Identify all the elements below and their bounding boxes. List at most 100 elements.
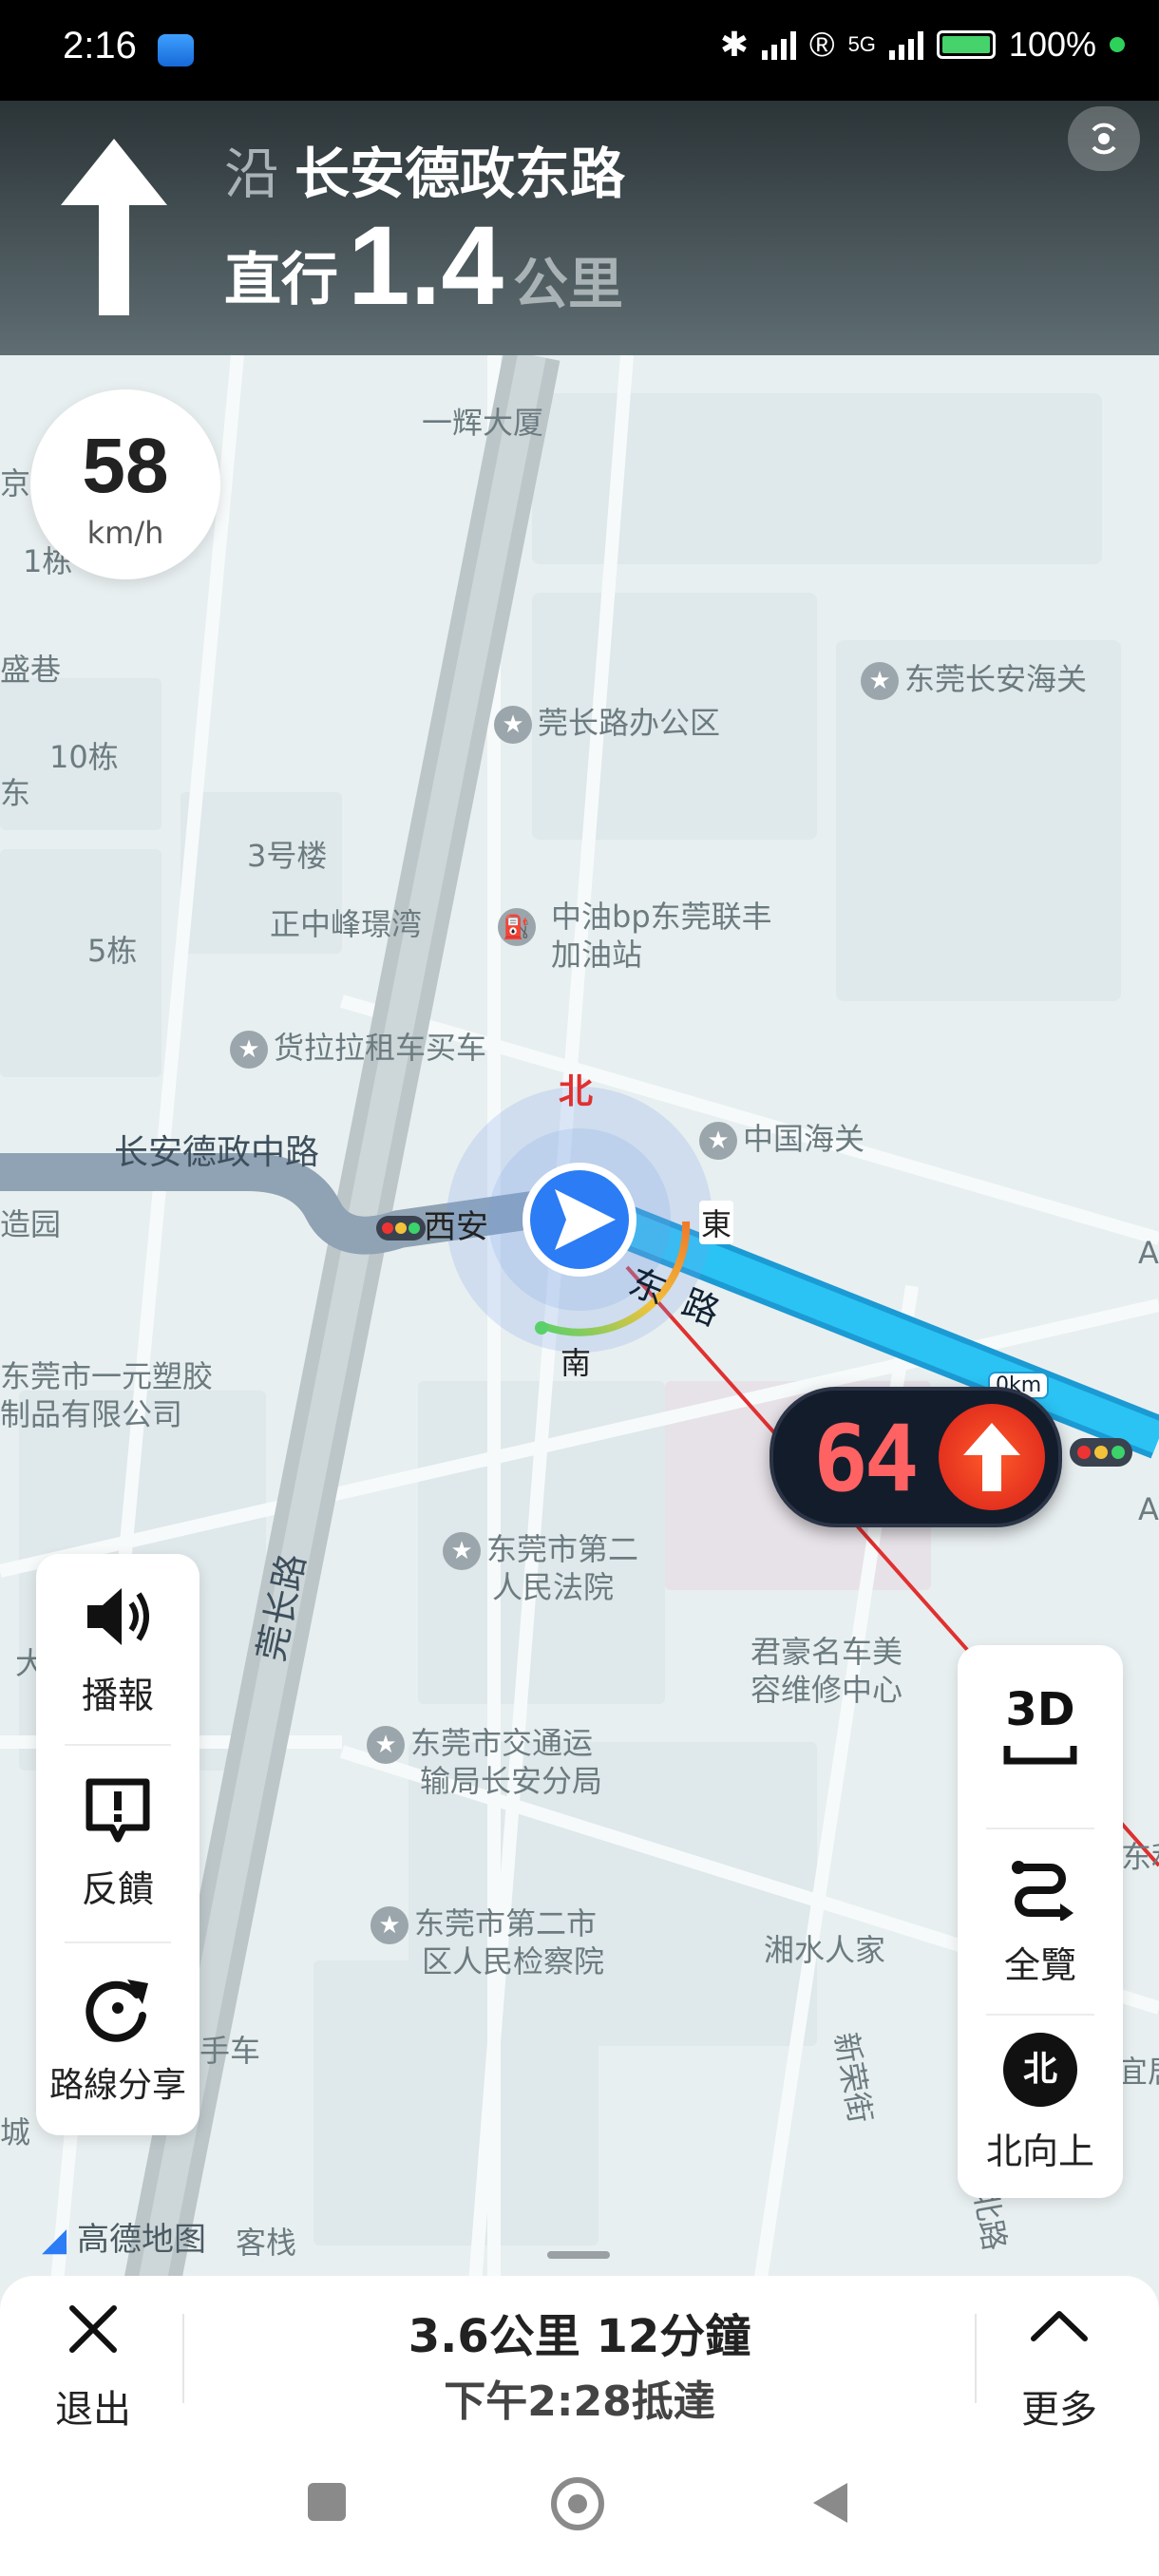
3d-base-icon <box>1003 1746 1077 1765</box>
poi-label: 手车 <box>200 2033 261 2069</box>
share-route-label: 路線分享 <box>48 2066 186 2105</box>
speaker-icon <box>87 1588 149 1645</box>
current-speed: 58 km/h <box>30 389 220 579</box>
divider <box>65 1941 171 1943</box>
recent-apps-icon[interactable] <box>308 2483 346 2521</box>
right-tool-panel: 3D 全覽 北 北向上 <box>958 1645 1123 2198</box>
battery-percent: 100% <box>1008 25 1096 64</box>
share-route-button[interactable]: 路線分享 <box>36 1945 200 2135</box>
registered-icon: ® <box>809 25 835 64</box>
compass-south: 南 <box>560 1345 592 1381</box>
road-label: 长安德政中路 <box>114 1133 320 1172</box>
poi-label: 城 <box>0 2114 31 2150</box>
poi-label[interactable]: 容维修中心 <box>750 1666 902 1710</box>
amap-logo-icon: ◢ <box>42 2221 77 2259</box>
poi-label[interactable]: 东莞长安海关 <box>861 655 1087 700</box>
gas-station-icon: ⛽ <box>498 908 536 946</box>
north-up-button[interactable]: 北 北向上 <box>958 2016 1123 2200</box>
privacy-indicator-icon <box>1110 37 1125 52</box>
poi-label: 区人民检察院 <box>422 1943 605 1979</box>
traffic-light-icon <box>1070 1438 1132 1467</box>
map-brand: ◢ 高德地图 <box>42 2221 206 2259</box>
clock: 2:16 <box>63 25 137 66</box>
home-dot-icon <box>568 2494 587 2513</box>
go-straight-signal-icon <box>939 1404 1045 1510</box>
broadcast-button[interactable]: 播報 <box>36 1554 200 1744</box>
3d-mode-button[interactable]: 3D <box>958 1645 1123 1829</box>
poi-label: 宜居 <box>1117 2054 1159 2090</box>
along-prefix: 沿 <box>224 142 280 206</box>
left-tool-panel: 播報 反饋 路線分享 <box>36 1554 200 2135</box>
remaining-distance-time: 3.6公里 12分鐘 <box>408 2310 751 2363</box>
more-label: 更多 <box>1021 2388 1097 2432</box>
traffic-light-countdown: 64 <box>770 1387 1062 1527</box>
traffic-light-icon <box>376 1216 426 1241</box>
poi-label: 东利 <box>1121 1839 1159 1875</box>
signal-icon <box>762 29 797 60</box>
poi-label: A <box>1138 1235 1159 1271</box>
compass-north: 北 <box>559 1072 594 1111</box>
maneuver-action: 直行 <box>224 247 338 313</box>
poi-label: 造园 <box>0 1206 62 1242</box>
feedback-label: 反饋 <box>81 1868 154 1910</box>
3d-icon: 3D <box>1005 1683 1075 1736</box>
poi-label: 3号楼 <box>247 838 328 874</box>
signal-5g-icon <box>888 29 923 60</box>
voice-broadcast-toggle[interactable] <box>1068 106 1140 171</box>
poi-label: 10栋 <box>49 739 119 775</box>
route-overview-button[interactable]: 全覽 <box>958 1829 1123 2014</box>
poi-label: 制品有限公司 <box>0 1396 183 1432</box>
poi-label: 5栋 <box>87 933 138 969</box>
court-poi-icon <box>443 1532 481 1570</box>
status-icons: ✱ ® 5G 100% <box>720 25 1125 65</box>
feedback-icon <box>86 1778 150 1843</box>
poi-label: 京 <box>0 465 31 502</box>
overview-label: 全覽 <box>1003 1944 1076 1986</box>
poi-label[interactable]: 湘水人家 <box>764 1926 885 1970</box>
app-notification-icon <box>158 34 194 66</box>
battery-icon <box>936 30 996 59</box>
feedback-button[interactable]: 反饋 <box>36 1748 200 1938</box>
arrival-time: 下午2:28抵達 <box>444 2377 715 2426</box>
route-overview-icon <box>1012 1861 1074 1921</box>
north-up-label: 北向上 <box>985 2131 1094 2172</box>
poi-label[interactable]: 加油站 <box>551 931 642 975</box>
poi-label: 人民法院 <box>492 1569 615 1605</box>
back-icon[interactable] <box>809 2479 851 2527</box>
speed-value: 58 <box>82 423 169 509</box>
poi-label: A <box>1138 1491 1159 1527</box>
road-label: 西安 <box>424 1208 488 1246</box>
star-poi-icon <box>494 706 532 744</box>
network-type: 5G <box>847 32 876 56</box>
poi-label: 输局长安分局 <box>420 1763 603 1799</box>
divider <box>65 1744 171 1746</box>
trip-summary-bar[interactable]: 退出 3.6公里 12分鐘 下午2:28抵達 更多 <box>0 2251 1159 2443</box>
poi-label[interactable]: 货拉拉租车买车 <box>230 1024 486 1069</box>
bluetooth-icon: ✱ <box>719 25 750 64</box>
compass-east: 東 <box>699 1201 734 1244</box>
maneuver-distance: 1.4 <box>348 203 504 329</box>
drag-handle[interactable] <box>547 2251 610 2259</box>
star-poi-icon <box>861 662 899 700</box>
navigation-instruction-panel[interactable]: 沿 长安德政东路 直行 1.4 公里 <box>0 101 1159 355</box>
poi-label[interactable]: 中国海关 <box>699 1115 864 1160</box>
sound-wave-icon <box>1092 123 1116 155</box>
poi-label: 一辉大厦 <box>422 405 544 441</box>
current-road-name: 长安德政东路 <box>294 142 626 206</box>
divider <box>975 2314 977 2403</box>
share-arrow-icon <box>86 1979 148 2042</box>
speed-unit: km/h <box>86 515 164 551</box>
maneuver-distance-unit: 公里 <box>513 252 624 316</box>
poi-label[interactable]: 莞长路办公区 <box>494 699 720 744</box>
poi-label: 正中峰璟湾 <box>270 906 423 942</box>
broadcast-label: 播報 <box>81 1675 154 1716</box>
customs-poi-icon <box>699 1122 737 1160</box>
status-bar: 2:16 ✱ ® 5G 100% <box>0 0 1159 101</box>
countdown-value: 64 <box>813 1406 920 1512</box>
straight-arrow-icon <box>61 139 167 315</box>
system-navigation-bar <box>0 2443 1159 2576</box>
chevron-up-icon <box>1031 2311 1088 2341</box>
more-button[interactable]: 更多 <box>998 2297 1121 2432</box>
poi-label: 盛巷 <box>0 652 62 688</box>
court-poi-icon <box>370 1906 408 1944</box>
